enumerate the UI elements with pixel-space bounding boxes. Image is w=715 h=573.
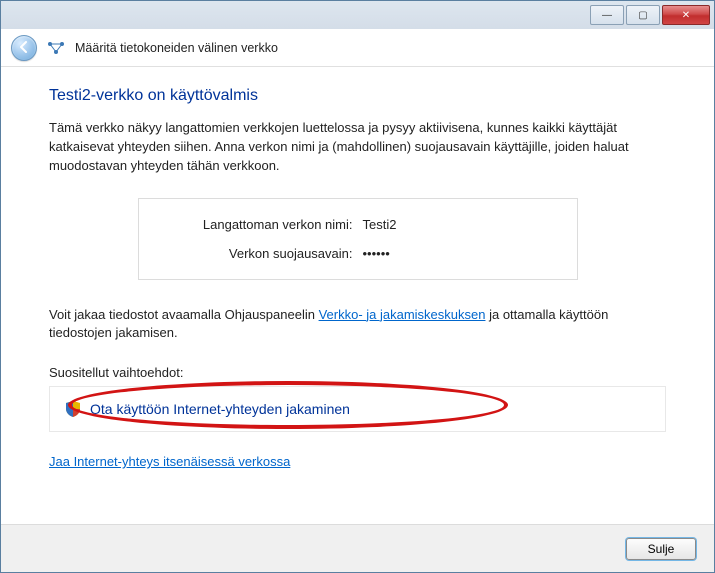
shield-icon bbox=[66, 401, 80, 417]
close-button[interactable]: ✕ bbox=[662, 5, 710, 25]
network-sharing-center-link[interactable]: Verkko- ja jakamiskeskuksen bbox=[319, 307, 486, 322]
footer: Sulje bbox=[1, 524, 714, 572]
wizard-window: — ▢ ✕ Määritä tietokoneiden välinen verk… bbox=[0, 0, 715, 573]
recommended-label: Suositellut vaihtoehdot: bbox=[49, 365, 666, 380]
network-icon bbox=[47, 40, 65, 56]
share-standalone-link-row: Jaa Internet-yhteys itsenäisessä verkoss… bbox=[49, 454, 666, 469]
back-button[interactable] bbox=[11, 35, 37, 61]
titlebar: — ▢ ✕ bbox=[1, 1, 714, 29]
maximize-button[interactable]: ▢ bbox=[626, 5, 660, 25]
arrow-left-icon bbox=[18, 40, 30, 56]
network-info-box: Langattoman verkon nimi: Testi2 Verkon s… bbox=[138, 198, 578, 280]
network-name-label: Langattoman verkon nimi: bbox=[163, 217, 363, 232]
close-wizard-button[interactable]: Sulje bbox=[626, 538, 696, 560]
header-title: Määritä tietokoneiden välinen verkko bbox=[75, 41, 278, 55]
share-standalone-link[interactable]: Jaa Internet-yhteys itsenäisessä verkoss… bbox=[49, 454, 290, 469]
network-key-row: Verkon suojausavain: •••••• bbox=[163, 246, 553, 261]
share-text-pre: Voit jakaa tiedostot avaamalla Ohjauspan… bbox=[49, 307, 319, 322]
network-key-value: •••••• bbox=[363, 246, 553, 261]
page-heading: Testi2-verkko on käyttövalmis bbox=[49, 87, 666, 105]
header: Määritä tietokoneiden välinen verkko bbox=[1, 29, 714, 67]
network-name-row: Langattoman verkon nimi: Testi2 bbox=[163, 217, 553, 232]
enable-ics-option[interactable]: Ota käyttöön Internet-yhteyden jakaminen bbox=[49, 386, 666, 432]
network-name-value: Testi2 bbox=[363, 217, 553, 232]
network-key-label: Verkon suojausavain: bbox=[163, 246, 363, 261]
share-paragraph: Voit jakaa tiedostot avaamalla Ohjauspan… bbox=[49, 306, 666, 344]
minimize-button[interactable]: — bbox=[590, 5, 624, 25]
enable-ics-label: Ota käyttöön Internet-yhteyden jakaminen bbox=[90, 401, 350, 417]
description-paragraph: Tämä verkko näkyy langattomien verkkojen… bbox=[49, 119, 666, 176]
content: Testi2-verkko on käyttövalmis Tämä verkk… bbox=[1, 67, 714, 479]
